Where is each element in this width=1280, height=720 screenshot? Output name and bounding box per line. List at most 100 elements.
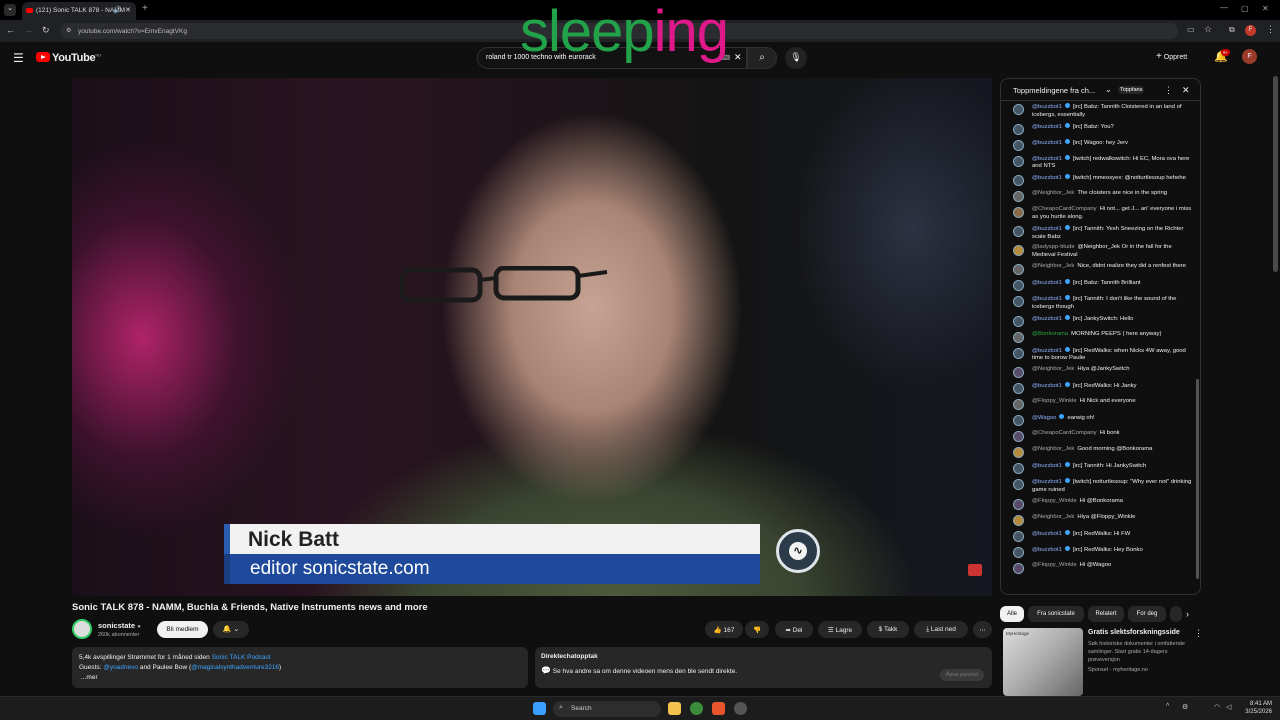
- back-icon[interactable]: ←: [6, 25, 15, 35]
- share-button[interactable]: ➦ Del: [775, 621, 813, 638]
- guest-link-1[interactable]: @yoadnevo: [103, 664, 138, 671]
- window-close-icon[interactable]: ✕: [1262, 4, 1269, 13]
- chip-all[interactable]: Alle: [1000, 606, 1024, 622]
- create-button[interactable]: + Opprett: [1156, 51, 1187, 62]
- chat-author-name[interactable]: @buzzbot1: [1032, 296, 1062, 302]
- save-button[interactable]: ☰ Lagre: [818, 621, 862, 638]
- chat-author-name[interactable]: @buzzbot1: [1032, 124, 1062, 130]
- speaker-icon[interactable]: 🔊: [113, 6, 122, 14]
- restore-icon[interactable]: ▢: [1241, 4, 1249, 13]
- chat-message[interactable]: @buzzbot1 [irc] RedWalks: Hey Bonko: [1001, 545, 1197, 561]
- chat-author-name[interactable]: @buzzbot1: [1032, 175, 1062, 181]
- channel-name[interactable]: sonicstate ●: [98, 621, 141, 630]
- chat-author-avatar[interactable]: [1013, 546, 1024, 558]
- file-explorer-icon[interactable]: [668, 702, 681, 715]
- chat-author-avatar[interactable]: [1013, 562, 1024, 574]
- chat-author-name[interactable]: @buzzbot1: [1032, 479, 1062, 485]
- chat-author-avatar[interactable]: [1013, 245, 1024, 257]
- chat-author-name[interactable]: @buzzbot1: [1032, 104, 1062, 110]
- chevron-down-icon[interactable]: ⌄: [1105, 85, 1112, 94]
- download-button[interactable]: ⤓ Last ned: [914, 621, 968, 638]
- voice-search-icon[interactable]: 🎙: [785, 47, 807, 69]
- description-more[interactable]: ...mer: [79, 673, 521, 683]
- chip-from-sonicstate[interactable]: Fra sonicstate: [1028, 606, 1084, 622]
- browser-tab[interactable]: (121) Sonic TALK 878 - NAMM 🔊 ✕: [22, 2, 136, 20]
- guest-link-2[interactable]: @magicalsynthadventure3216: [191, 664, 279, 671]
- chat-message[interactable]: @Floppy_Winkle Hi @Wagoo: [1001, 561, 1197, 577]
- podcast-link[interactable]: Sonic TALK Podcast: [212, 654, 271, 661]
- chat-message[interactable]: @Neighbor_Jek Hiya @JankySwitch: [1001, 365, 1197, 381]
- chat-author-name[interactable]: @buzzbot1: [1032, 280, 1062, 286]
- chat-author-avatar[interactable]: [1013, 383, 1024, 395]
- chat-author-avatar[interactable]: [1013, 139, 1024, 151]
- cast-icon[interactable]: ▭: [1187, 25, 1195, 34]
- taskbar-search[interactable]: ⌕ Search: [553, 701, 661, 717]
- chat-message[interactable]: @buzzbot1 [irc] Babz: Tannith Cloistered …: [1001, 102, 1197, 122]
- chat-message[interactable]: @Neighbor_Jek The cloisters are nice in t…: [1001, 189, 1197, 205]
- chat-message[interactable]: @Wagoo earwig oh!: [1001, 413, 1197, 429]
- brave-icon[interactable]: [712, 702, 725, 715]
- chat-author-name[interactable]: @Neighbor_Jek: [1032, 514, 1074, 520]
- chat-mode-dropdown[interactable]: Toppmeldingene fra ch...: [1013, 86, 1095, 95]
- channel-avatar[interactable]: [72, 619, 92, 639]
- app-icon[interactable]: [734, 702, 747, 715]
- chrome-icon[interactable]: [690, 702, 703, 715]
- chat-author-name[interactable]: @Neighbor_Jek: [1032, 190, 1074, 196]
- chat-author-name[interactable]: @Floppy_Winkle: [1032, 498, 1077, 504]
- description-box[interactable]: 5,4k avspillinger Strømmet for 1 måned s…: [72, 647, 528, 688]
- chip-for-you[interactable]: For deg: [1128, 606, 1166, 622]
- more-actions-button[interactable]: ⋯: [973, 621, 992, 638]
- hamburger-menu-icon[interactable]: ☰: [13, 51, 24, 65]
- chat-message[interactable]: @ladyspp-titude @Neighbor_Jek Or in the f…: [1001, 243, 1197, 262]
- ad-more-icon[interactable]: ⋮: [1194, 628, 1203, 639]
- chat-author-avatar[interactable]: [1013, 463, 1024, 475]
- chat-message[interactable]: @Neighbor_Jek Hiya @Floppy_Winkle: [1001, 513, 1197, 529]
- chat-author-name[interactable]: @buzzbot1: [1032, 383, 1062, 389]
- account-avatar[interactable]: F: [1242, 49, 1257, 64]
- clear-search-icon[interactable]: ✕: [734, 52, 742, 63]
- wifi-icon[interactable]: ◠: [1214, 703, 1220, 711]
- chat-author-avatar[interactable]: [1013, 175, 1024, 187]
- tab-close-icon[interactable]: ✕: [125, 6, 131, 14]
- chip-partial[interactable]: [1170, 606, 1182, 622]
- chat-author-name[interactable]: @buzzbot1: [1032, 140, 1062, 146]
- chat-scrollbar[interactable]: [1196, 379, 1199, 579]
- chat-author-avatar[interactable]: [1013, 367, 1024, 379]
- chat-message[interactable]: @buzzbot1 [irc] RedWalks: Hi Janky: [1001, 381, 1197, 397]
- chat-author-name[interactable]: @Floppy_Winkle: [1032, 398, 1077, 404]
- chat-message[interactable]: @CheapoCardCompany Hi bonk: [1001, 429, 1197, 445]
- chat-author-name[interactable]: @Wagoo: [1032, 415, 1056, 421]
- forward-icon[interactable]: →: [24, 25, 33, 35]
- chat-message[interactable]: @Bonkorama MORNING PEEPS ( here anyway): [1001, 330, 1197, 346]
- windows-start-icon[interactable]: [533, 702, 546, 715]
- chat-author-name[interactable]: @buzzbot1: [1032, 316, 1062, 322]
- chat-message[interactable]: @buzzbot1 [irc] Tannith: I don't like the…: [1001, 294, 1197, 314]
- chat-message[interactable]: @buzzbot1 [twitch] mmeosyex: @notturtleso…: [1001, 173, 1197, 189]
- dislike-button[interactable]: 👎: [745, 621, 769, 638]
- chat-author-name[interactable]: @buzzbot1: [1032, 348, 1062, 354]
- site-info-icon[interactable]: ⚙: [66, 27, 71, 34]
- chat-message[interactable]: @buzzbot1 [irc] Tannith: Yesh Sneezing on…: [1001, 224, 1197, 244]
- chat-message[interactable]: @Floppy_Winkle Hi Nick and everyone: [1001, 397, 1197, 413]
- chat-message[interactable]: @buzzbot1 [irc] RedWalks: when Nicks 4W a…: [1001, 346, 1197, 366]
- chat-message[interactable]: @buzzbot1 [irc] RedWalks: Hi FW: [1001, 529, 1197, 545]
- chat-more-icon[interactable]: ⋮: [1164, 85, 1173, 96]
- chat-author-avatar[interactable]: [1013, 123, 1024, 135]
- chip-related[interactable]: Relatert: [1088, 606, 1124, 622]
- join-member-button[interactable]: Bli medlem: [157, 621, 208, 638]
- chat-author-avatar[interactable]: [1013, 331, 1024, 343]
- new-tab-icon[interactable]: +: [142, 3, 148, 14]
- chat-author-name[interactable]: @Neighbor_Jek: [1032, 446, 1074, 452]
- chat-author-avatar[interactable]: [1013, 295, 1024, 307]
- chips-next-icon[interactable]: ›: [1186, 609, 1189, 619]
- volume-icon[interactable]: ◁: [1226, 703, 1231, 711]
- chat-message[interactable]: @Neighbor_Jek Nice, didnt realize they di…: [1001, 262, 1197, 278]
- chat-author-name[interactable]: @Neighbor_Jek: [1032, 366, 1074, 372]
- chat-author-avatar[interactable]: [1013, 530, 1024, 542]
- chat-author-name[interactable]: @Neighbor_Jek: [1032, 263, 1074, 269]
- like-button[interactable]: 👍 167: [705, 621, 743, 638]
- subscription-bell-button[interactable]: 🔔 ⌄: [213, 621, 249, 638]
- chat-author-avatar[interactable]: [1013, 191, 1024, 203]
- chat-author-avatar[interactable]: [1013, 155, 1024, 167]
- chat-message[interactable]: @Neighbor_Jek Good morning @Bonkorama: [1001, 445, 1197, 461]
